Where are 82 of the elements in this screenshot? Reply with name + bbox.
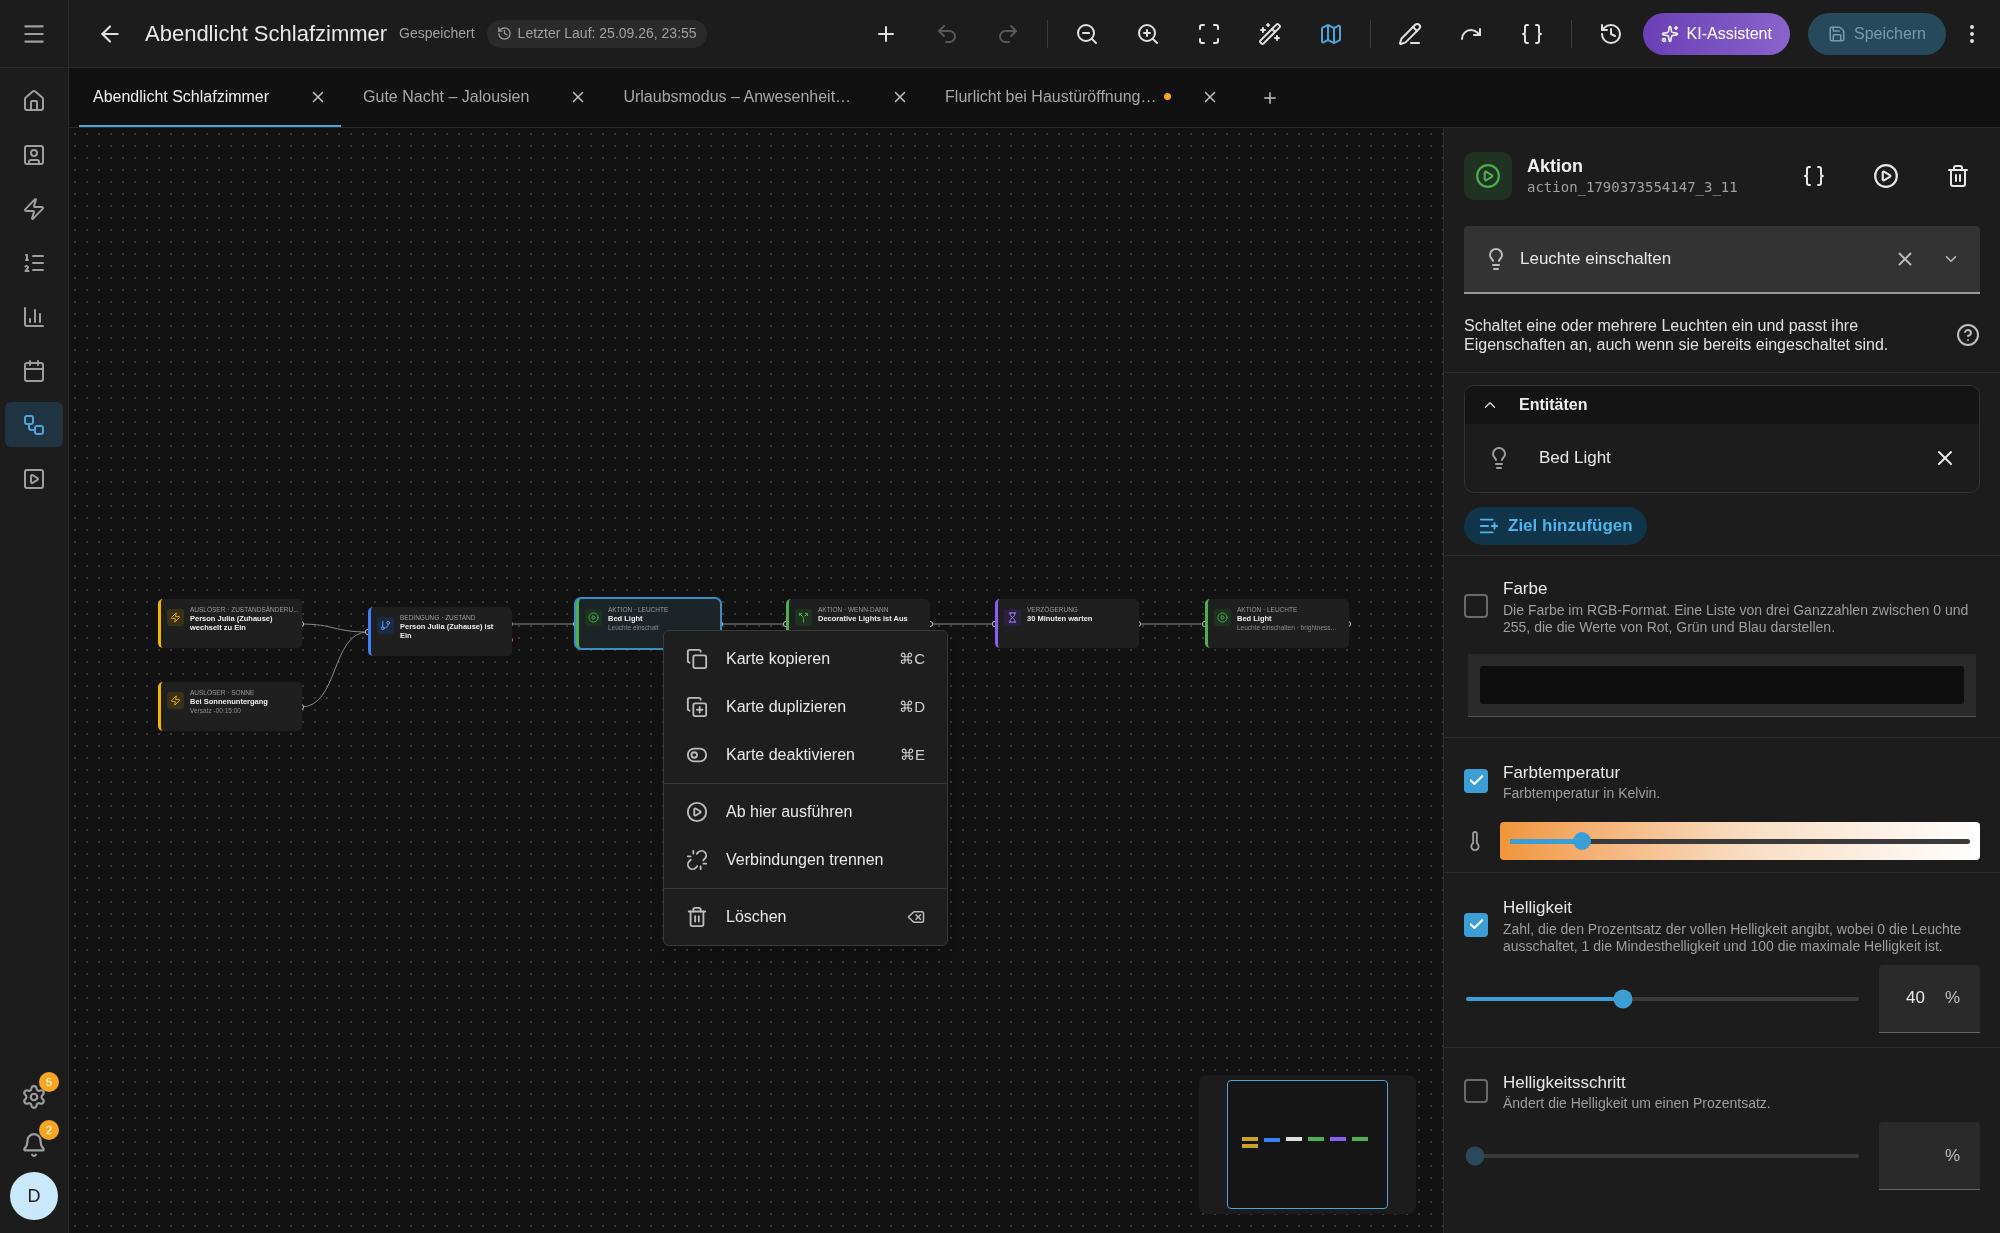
slider-thumb[interactable]: [1613, 989, 1633, 1008]
unit-label: %: [1944, 987, 1960, 1010]
add-target-button[interactable]: Ziel hinzufügen: [1464, 507, 1647, 545]
slider-thumb[interactable]: [1572, 832, 1591, 850]
field-label: Helligkeit: [1503, 897, 1573, 919]
lightning-icon: [22, 196, 46, 221]
menu-item[interactable]: Verbindungen trennen: [664, 836, 947, 884]
menu-item[interactable]: Karte duplizieren ⌘D: [664, 683, 947, 731]
play-icon: [686, 801, 708, 823]
entities-header[interactable]: Entitäten: [1465, 386, 1979, 424]
field-label: Farbtemperatur: [1503, 761, 1622, 784]
field-description: Zahl, die den Prozentsatz der vollen Helligkeit angibt, wobei 0 die Leuchte ausschaltet, 1 die Mindesthelligkeit und 100 die maximale Helligkeit ist.: [1503, 920, 1963, 955]
home-icon: [22, 88, 46, 113]
save-status: Gespeichert: [399, 24, 475, 43]
slider-thumb[interactable]: [1465, 1146, 1485, 1166]
menu-item[interactable]: Löschen: [664, 893, 947, 941]
field-label: Farbe: [1503, 578, 1549, 600]
braces-icon: [1802, 164, 1826, 188]
field-label: Helligkeitsschritt: [1503, 1071, 1627, 1094]
edit-icon: [1397, 21, 1422, 46]
trash-icon: [1946, 164, 1970, 188]
menu-item[interactable]: Ab hier ausführen: [664, 788, 947, 836]
notification-badge: 2: [39, 1120, 59, 1140]
action-description: Schaltet eine oder mehrere Leuchten ein und passt ihre Eigenschaften an, auch wenn sie bereits eingeschaltet sind.: [1464, 316, 1890, 354]
sidebar-item[interactable]: [5, 402, 63, 447]
field-description: Farbtemperatur in Kelvin.: [1503, 785, 1661, 802]
shortcut-label: ⌘D: [899, 696, 925, 717]
copy-icon: [686, 648, 708, 670]
editor-tab[interactable]: Urlaubsmodus – Anwesenheit…: [609, 68, 924, 127]
notifications-icon[interactable]: [21, 1132, 47, 1158]
tab-label: Gute Nacht – Jalousien: [363, 86, 531, 107]
menu-item[interactable]: Karte deaktivieren ⌘E: [664, 731, 947, 779]
ai-assistant-button[interactable]: KI-Assistent: [1642, 12, 1790, 55]
history-icon: [496, 26, 512, 41]
unlink-icon: [686, 849, 708, 871]
field-description: Die Farbe im RGB-Format. Eine Liste von drei Ganzzahlen zwischen 0 und 255, die die Werte von Rot, Grün und Blau darstellen.: [1503, 601, 1970, 636]
user-avatar[interactable]: D: [10, 1172, 58, 1220]
save-icon: [1827, 24, 1846, 43]
fit-view-icon: [1196, 21, 1221, 46]
zoom-in-icon: [1135, 21, 1160, 46]
checkbox[interactable]: [1464, 593, 1488, 618]
tab-label: Urlaubsmodus – Anwesenheit…: [623, 86, 853, 107]
map-icon: [1318, 21, 1343, 46]
tab-label: Abendlicht Schlafzimmer: [93, 86, 271, 107]
color-field[interactable]: [1468, 653, 1976, 717]
checkbox[interactable]: [1464, 1078, 1488, 1103]
editor-tab[interactable]: Flurlicht bei Haustüröffnung…: [931, 68, 1234, 127]
notification-badge: 5: [39, 1072, 59, 1092]
panel-title: Aktion: [1527, 154, 1584, 177]
settings-icon[interactable]: [21, 1084, 47, 1110]
number-field[interactable]: 40 %: [1879, 964, 1980, 1033]
magic-wand-icon: [1257, 21, 1282, 46]
field-description: Ändert die Helligkeit um einen Prozentsatz.: [1503, 1095, 1771, 1112]
shortcut-label: ⌘C: [899, 648, 925, 669]
entity-name: Bed Light: [1539, 447, 1612, 470]
sparkles-icon: [1660, 24, 1679, 43]
backspace-icon: [907, 908, 925, 926]
zoom-out-icon: [1074, 21, 1099, 46]
checkbox[interactable]: [1464, 912, 1488, 937]
calendar-icon: [22, 358, 46, 383]
play-icon: [1873, 163, 1899, 189]
action-id: action_1790373554147_3_11: [1527, 177, 1739, 198]
trash-icon: [686, 906, 708, 928]
bar-chart-icon: [22, 304, 46, 329]
help-icon[interactable]: [1956, 323, 1980, 347]
braces-icon: [1519, 21, 1544, 46]
play-icon: [1475, 163, 1501, 189]
tab-label: Flurlicht bei Haustüröffnung…: [945, 86, 1158, 107]
flow-icon: [22, 412, 46, 437]
shortcut-label: ⌘E: [900, 744, 925, 765]
history-icon: [1598, 21, 1623, 46]
editor-tab[interactable]: Gute Nacht – Jalousien: [349, 68, 602, 127]
user-card-icon: [22, 142, 46, 167]
duplicate-icon: [686, 696, 708, 718]
checkbox[interactable]: [1464, 768, 1488, 793]
unit-label: %: [1944, 1144, 1960, 1167]
last-run-chip: Letzter Lauf: 25.09.26, 23:55: [486, 19, 707, 48]
action-select[interactable]: Leuchte einschalten: [1464, 226, 1980, 294]
automation-title: Abendlicht Schlafzimmer: [145, 20, 388, 48]
color-temperature-slider[interactable]: [1500, 822, 1980, 860]
play-box-icon: [22, 466, 46, 491]
number-field[interactable]: %: [1879, 1122, 1980, 1190]
